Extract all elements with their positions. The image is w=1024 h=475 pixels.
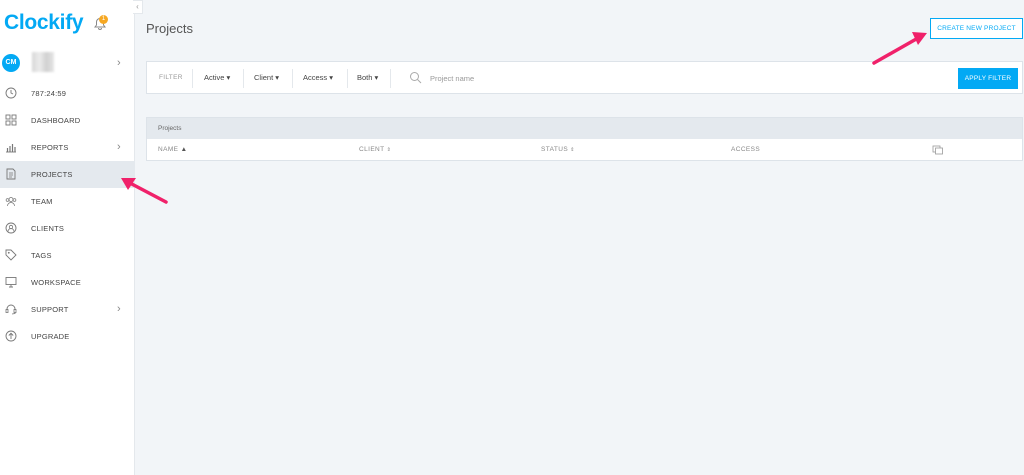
client-icon (5, 222, 17, 234)
divider (243, 69, 244, 88)
annotation-arrow-projects (121, 178, 168, 204)
access-filter-dropdown[interactable]: Access ▾ (303, 73, 333, 82)
filter-label: FILTER (159, 74, 183, 81)
dashboard-grid-icon (5, 114, 17, 126)
divider (192, 69, 193, 88)
sort-icon: ⇕ (386, 147, 392, 153)
sidebar-item-timer[interactable]: 787:24:59 (0, 80, 135, 107)
annotation-arrow-create-project (872, 32, 927, 65)
sidebar-item-reports[interactable]: REPORTS › (0, 134, 135, 161)
sort-icon: ⇕ (570, 147, 575, 153)
sidebar-item-clients[interactable]: CLIENTS (0, 215, 135, 242)
monitor-icon (5, 277, 17, 288)
status-filter-value: Active (204, 73, 225, 82)
project-name-search-input[interactable] (430, 71, 630, 86)
upgrade-arrow-icon (5, 330, 17, 342)
clockify-logo[interactable]: Clockify (4, 10, 84, 36)
sidebar-collapse-button[interactable]: ‹ (133, 0, 143, 14)
status-filter-dropdown[interactable]: Active ▾ (204, 73, 230, 82)
sidebar-item-label: WORKSPACE (31, 278, 82, 287)
caret-down-icon: ▾ (226, 73, 231, 82)
user-name-redacted (32, 52, 54, 72)
client-filter-dropdown[interactable]: Client ▾ (254, 73, 279, 82)
column-header-status[interactable]: STATUS ⇕ (541, 146, 575, 153)
team-icon (5, 197, 17, 207)
column-header-label: NAME (158, 146, 179, 153)
divider (390, 69, 391, 88)
sidebar-item-upgrade[interactable]: UPGRADE (0, 323, 135, 350)
apply-filter-button[interactable]: APPLY FILTER (958, 68, 1018, 89)
headset-icon (5, 304, 17, 315)
chevron-right-icon: › (117, 57, 121, 69)
client-filter-value: Client (254, 73, 274, 82)
sidebar-item-dashboard[interactable]: DASHBOARD (0, 107, 135, 134)
create-new-project-button[interactable]: CREATE NEW PROJECT (930, 18, 1023, 39)
column-header-label: CLIENT (359, 146, 385, 153)
search-icon (410, 72, 422, 84)
sidebar-item-team[interactable]: TEAM (0, 188, 135, 215)
sidebar-item-label: 787:24:59 (31, 89, 67, 98)
table-title: Projects (158, 125, 182, 132)
projects-table: Projects NAME ▲ CLIENT ⇕ STATUS ⇕ ACCESS (146, 117, 1023, 161)
sidebar-item-label: TEAM (31, 197, 53, 206)
caret-down-icon: ▾ (329, 73, 334, 82)
user-menu[interactable]: CM › (0, 52, 135, 76)
caret-down-icon: ▾ (275, 73, 280, 82)
sidebar-item-label: DASHBOARD (31, 116, 81, 125)
sidebar-item-projects[interactable]: PROJECTS (0, 161, 135, 188)
caret-down-icon: ▾ (374, 73, 379, 82)
column-header-access: ACCESS (731, 146, 761, 153)
billing-filter-dropdown[interactable]: Both ▾ (357, 73, 378, 82)
sidebar-item-support[interactable]: SUPPORT › (0, 296, 135, 323)
column-header-label: STATUS (541, 146, 569, 153)
sidebar-item-label: SUPPORT (31, 305, 69, 314)
divider (347, 69, 348, 88)
chevron-right-icon: › (117, 303, 121, 315)
sidebar-item-label: REPORTS (31, 143, 69, 152)
clock-icon (5, 87, 17, 99)
divider (292, 69, 293, 88)
tag-icon (5, 249, 17, 261)
bulk-edit-icon[interactable] (932, 145, 944, 155)
avatar: CM (2, 54, 20, 72)
sidebar-item-label: UPGRADE (31, 332, 70, 341)
access-filter-value: Access (303, 73, 328, 82)
billing-filter-value: Both (357, 73, 373, 82)
sidebar-item-workspace[interactable]: WORKSPACE (0, 269, 135, 296)
sidebar-item-tags[interactable]: TAGS (0, 242, 135, 269)
sort-asc-icon: ▲ (180, 146, 188, 153)
column-header-client[interactable]: CLIENT ⇕ (359, 146, 391, 153)
chevron-right-icon: › (117, 141, 121, 153)
sidebar-nav: 787:24:59 DASHBOARD REPORTS › PROJECTS T… (0, 80, 135, 350)
sidebar: Clockify 1 CM › 787:24:59 DASHBOARD REPO… (0, 0, 135, 475)
column-header-name[interactable]: NAME ▲ (158, 146, 187, 153)
logo-text: Clockify (4, 11, 84, 34)
sidebar-item-label: CLIENTS (31, 224, 65, 233)
bar-chart-icon (6, 144, 16, 153)
notification-badge: 1 (99, 15, 108, 24)
table-header-bar: Projects (147, 118, 1022, 139)
sidebar-item-label: TAGS (31, 251, 52, 260)
document-icon (6, 168, 16, 180)
page-title: Projects (146, 21, 193, 36)
sidebar-item-label: PROJECTS (31, 170, 73, 179)
